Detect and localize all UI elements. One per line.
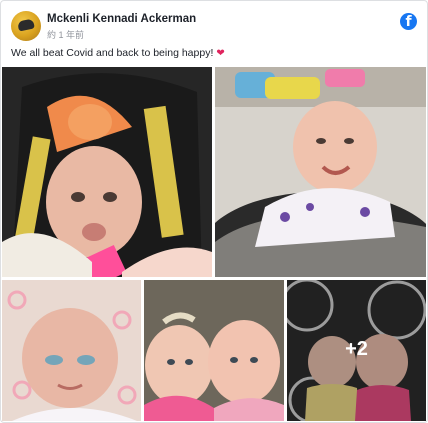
baby-closeup-image (2, 280, 141, 421)
two-babies-image (144, 280, 284, 421)
author-name[interactable]: Mckenli Kennadi Ackerman (47, 13, 196, 25)
post-message: We all beat Covid and back to being happ… (11, 47, 225, 59)
baby-closeup-photo[interactable] (2, 280, 141, 421)
more-photos-count[interactable]: +2 (287, 338, 426, 361)
baby-in-car-seat-photo[interactable] (2, 67, 212, 277)
avatar-image (17, 18, 35, 32)
two-babies-on-rug-photo[interactable]: +2 (287, 280, 426, 421)
post-timestamp[interactable]: 約 1 年前 (47, 28, 84, 41)
author-avatar[interactable] (11, 11, 41, 41)
facebook-logo-icon[interactable]: f (400, 13, 417, 30)
post-header: Mckenli Kennadi Ackerman 約 1 年前 f (11, 11, 417, 41)
baby-on-rug-photo[interactable] (215, 67, 426, 277)
two-babies-photo[interactable] (144, 280, 284, 421)
facebook-post-card: Mckenli Kennadi Ackerman 約 1 年前 f We all… (0, 0, 428, 423)
baby-on-rug-image (215, 67, 426, 277)
heart-emoji-icon: ❤ (216, 48, 225, 59)
baby-in-car-seat-image (2, 67, 212, 277)
post-message-text: We all beat Covid and back to being happ… (11, 47, 214, 59)
